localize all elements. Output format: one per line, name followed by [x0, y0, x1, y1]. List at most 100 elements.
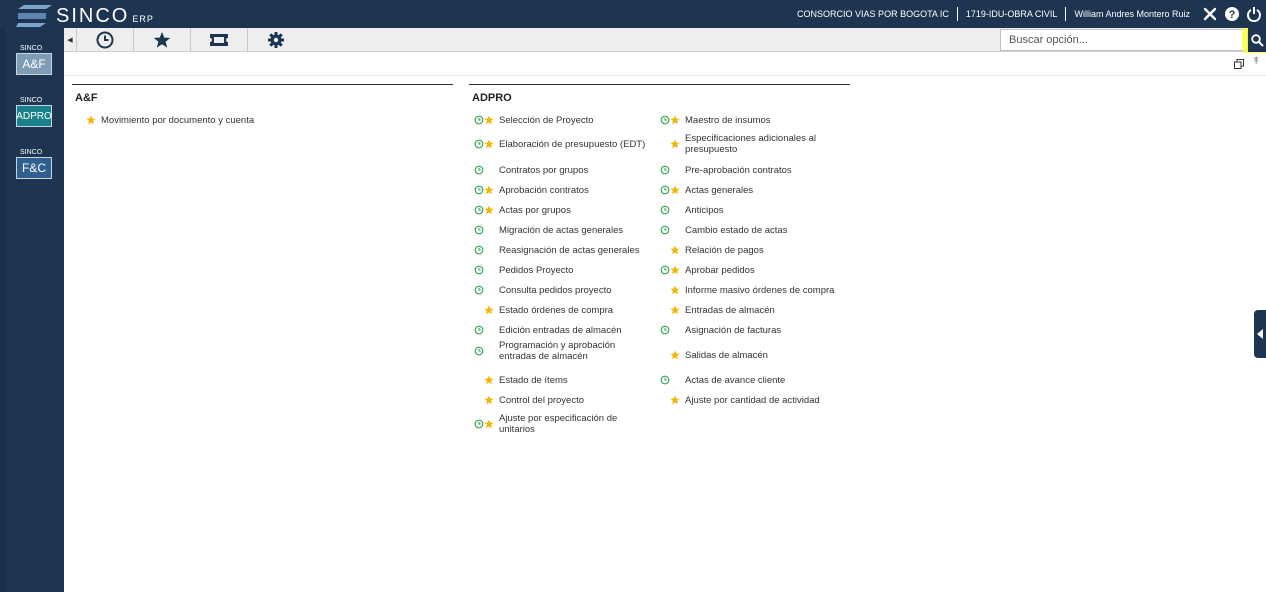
project-name[interactable]: 1719-IDU-OBRA CIVIL	[966, 9, 1058, 19]
side-panel-toggle[interactable]	[1254, 310, 1266, 358]
menu-item[interactable]: Consulta pedidos proyecto	[474, 285, 649, 296]
menu-item[interactable]: Salidas de almacén	[660, 350, 835, 361]
favorite-slot	[484, 205, 494, 215]
favorite-star-icon[interactable]	[484, 375, 494, 385]
favorite-slot	[484, 185, 494, 195]
pin-top-icon[interactable]: ↟	[1252, 56, 1260, 67]
restore-window-icon[interactable]	[1234, 59, 1244, 69]
favorite-slot	[484, 346, 494, 356]
toolbar: ◀	[64, 28, 1266, 74]
menu-item[interactable]: Anticipos	[660, 205, 835, 216]
tools-icon[interactable]	[1202, 6, 1218, 22]
menu-item[interactable]: Especificaciones adicionales al presupue…	[660, 133, 835, 155]
menu-item[interactable]: Movimiento por documento y cuenta	[86, 115, 321, 126]
menu-item[interactable]: Estado órdenes de compra	[474, 305, 649, 316]
favorite-slot	[670, 245, 680, 255]
favorite-star-icon[interactable]	[670, 265, 680, 275]
settings-tab[interactable]	[247, 28, 304, 52]
menu-item[interactable]: Entradas de almacén	[660, 305, 835, 316]
favorite-star-icon[interactable]	[484, 419, 494, 429]
menu-item-label: Elaboración de presupuesto (EDT)	[499, 138, 646, 150]
recent-clock-icon	[474, 419, 484, 429]
favorite-star-icon[interactable]	[670, 245, 680, 255]
favorite-star-icon[interactable]	[484, 115, 494, 125]
menu-item[interactable]: Cambio estado de actas	[660, 225, 835, 236]
favorite-star-icon[interactable]	[670, 115, 680, 125]
recent-slot	[660, 245, 670, 255]
module-brand: SINCO	[20, 149, 43, 156]
modules-tab[interactable]	[190, 28, 247, 52]
user-name[interactable]: William Andres Montero Ruiz	[1074, 9, 1190, 19]
menu-item[interactable]: Pre-aprobación contratos	[660, 165, 835, 176]
recent-slot	[474, 185, 484, 195]
module-fc[interactable]: SINCO F&C	[16, 148, 52, 179]
favorite-star-icon[interactable]	[670, 395, 680, 405]
menu-item[interactable]: Actas por grupos	[474, 205, 649, 216]
menu-item[interactable]: Maestro de insumos	[660, 115, 835, 126]
menu-item[interactable]: Edición entradas de almacén	[474, 325, 649, 336]
power-icon[interactable]	[1246, 6, 1262, 22]
help-icon[interactable]: ?	[1224, 6, 1240, 22]
favorite-star-icon[interactable]	[484, 205, 494, 215]
recent-slot	[474, 245, 484, 255]
favorite-star-icon[interactable]	[484, 395, 494, 405]
recent-slot	[474, 205, 484, 215]
favorite-star-icon[interactable]	[670, 305, 680, 315]
menu-item[interactable]: Ajuste por especificación de unitarios	[474, 413, 649, 435]
favorites-tab[interactable]	[133, 28, 190, 52]
logo-subtext: ERP	[132, 14, 154, 24]
favorite-slot	[670, 305, 680, 315]
favorite-slot	[484, 285, 494, 295]
company-name[interactable]: CONSORCIO VIAS POR BOGOTA IC	[797, 9, 949, 19]
recent-clock-icon	[474, 205, 484, 215]
gear-icon	[268, 32, 284, 48]
search-button[interactable]	[1248, 28, 1266, 52]
menu-item[interactable]: Migración de actas generales	[474, 225, 649, 236]
module-adpro[interactable]: SINCO ADPRO	[16, 96, 52, 127]
menu-item[interactable]: Estado de ítems	[474, 375, 649, 386]
menu-item[interactable]: Control del proyecto	[474, 395, 649, 406]
separator	[1065, 7, 1067, 21]
menu-item[interactable]: Informe masivo órdenes de compra	[660, 285, 835, 296]
favorite-star-icon[interactable]	[670, 185, 680, 195]
menu-item[interactable]: Actas de avance cliente	[660, 375, 835, 386]
menu-item[interactable]: Reasignación de actas generales	[474, 245, 649, 256]
favorite-slot	[670, 225, 680, 235]
favorite-slot	[484, 325, 494, 335]
collapse-arrow-icon[interactable]: ◀	[66, 32, 74, 48]
search-input[interactable]	[1000, 29, 1248, 51]
menu-item[interactable]: Ajuste por cantidad de actividad	[660, 395, 835, 406]
menu-item[interactable]: Relación de pagos	[660, 245, 835, 256]
menu-item[interactable]: Actas generales	[660, 185, 835, 196]
logo-text: SINCO	[56, 5, 130, 27]
module-af[interactable]: SINCO A&F	[16, 44, 52, 75]
favorite-star-icon[interactable]	[484, 305, 494, 315]
menu-item[interactable]: Contratos por grupos	[474, 165, 649, 176]
favorite-slot	[670, 115, 680, 125]
ticket-icon	[210, 34, 228, 46]
recent-clock-icon	[474, 139, 484, 149]
logo[interactable]: SINCO ERP	[16, 1, 154, 27]
menu-item[interactable]: Selección de Proyecto	[474, 115, 649, 126]
favorite-star-icon[interactable]	[670, 285, 680, 295]
menu-item[interactable]: Aprobación contratos	[474, 185, 649, 196]
favorite-star-icon[interactable]	[484, 185, 494, 195]
recent-slot	[660, 185, 670, 195]
menu-item[interactable]: Elaboración de presupuesto (EDT)	[474, 139, 649, 150]
main-panel: ◀ Buscar opción... ↟ A&F Movimiento por …	[64, 28, 1266, 592]
recent-clock-icon	[660, 265, 670, 275]
menu-item[interactable]: Pedidos Proyecto	[474, 265, 649, 276]
favorite-star-icon[interactable]	[484, 139, 494, 149]
recent-tab[interactable]	[76, 28, 133, 52]
recent-slot	[660, 375, 670, 385]
menu-item[interactable]: Programación y aprobación entradas de al…	[474, 340, 649, 362]
menu-item-label: Cambio estado de actas	[685, 224, 788, 236]
menu-item[interactable]: Asignación de facturas	[660, 325, 835, 336]
recent-slot	[660, 139, 670, 149]
module-rail: SINCO A&F SINCO ADPRO SINCO F&C	[0, 28, 64, 592]
menu-item[interactable]: Aprobar pedidos	[660, 265, 835, 276]
favorite-star-icon[interactable]	[86, 115, 96, 125]
favorite-star-icon[interactable]	[670, 139, 680, 149]
favorite-slot	[670, 265, 680, 275]
favorite-star-icon[interactable]	[670, 350, 680, 360]
